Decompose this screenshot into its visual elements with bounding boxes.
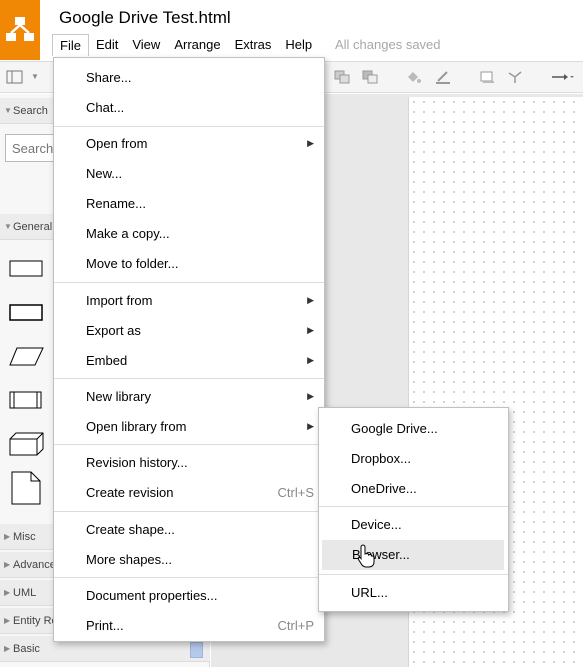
fill-color-icon[interactable] [404, 69, 422, 85]
menu-view[interactable]: View [125, 34, 167, 56]
menu-arrange[interactable]: Arrange [167, 34, 227, 56]
menu-item-chat[interactable]: Chat... [54, 93, 324, 123]
menu-separator [319, 506, 508, 507]
submenu-arrow-icon: ▶ [307, 391, 314, 401]
expanded-arrow-icon: ▼ [4, 106, 12, 115]
menu-item-share[interactable]: Share... [54, 63, 324, 93]
document-shape[interactable] [11, 471, 43, 507]
menu-item-import-from[interactable]: Import from ▶ [54, 286, 324, 316]
rounded-rectangle-shape[interactable] [9, 303, 45, 323]
submenu-item-onedrive[interactable]: OneDrive... [319, 474, 508, 504]
line-color-icon[interactable] [434, 69, 452, 85]
menu-item-print[interactable]: Print... Ctrl+P [54, 611, 324, 641]
cube-shape[interactable] [9, 432, 45, 458]
menu-separator [54, 577, 324, 578]
submenu-arrow-icon: ▶ [307, 355, 314, 365]
menu-item-make-copy[interactable]: Make a copy... [54, 219, 324, 249]
expanded-arrow-icon: ▼ [4, 222, 12, 231]
menu-bar: File Edit View Arrange Extras Help [52, 34, 319, 56]
shadow-icon[interactable] [478, 69, 496, 85]
menu-item-embed[interactable]: Embed ▶ [54, 346, 324, 376]
collapsed-arrow-icon: ▶ [4, 588, 11, 597]
collapsed-arrow-icon: ▶ [4, 644, 11, 653]
menu-edit[interactable]: Edit [89, 34, 125, 56]
menu-item-rename[interactable]: Rename... [54, 189, 324, 219]
menu-item-revision-history[interactable]: Revision history... [54, 448, 324, 478]
submenu-arrow-icon: ▶ [307, 325, 314, 335]
connection-arrow-icon[interactable] [550, 69, 576, 85]
collapsed-arrow-icon: ▶ [4, 616, 11, 625]
menu-item-new[interactable]: New... [54, 159, 324, 189]
to-back-icon[interactable] [361, 69, 379, 85]
menu-item-open-library-from[interactable]: Open library from ▶ [54, 412, 324, 442]
menu-separator [54, 282, 324, 283]
menu-extras[interactable]: Extras [228, 34, 279, 56]
menu-separator [54, 444, 324, 445]
menu-separator [319, 574, 508, 575]
sidebar-scrollbar[interactable] [190, 642, 203, 658]
submenu-item-device[interactable]: Device... [319, 510, 508, 540]
chevron-down-icon[interactable]: ▼ [26, 69, 44, 85]
rectangle-shape[interactable] [9, 260, 45, 280]
menu-item-move-to-folder[interactable]: Move to folder... [54, 249, 324, 279]
menu-separator [54, 126, 324, 127]
menu-item-open-from[interactable]: Open from ▶ [54, 129, 324, 159]
menu-item-export-as[interactable]: Export as ▶ [54, 316, 324, 346]
menu-help[interactable]: Help [278, 34, 319, 56]
menu-item-create-revision[interactable]: Create revision Ctrl+S [54, 478, 324, 508]
submenu-item-dropbox[interactable]: Dropbox... [319, 444, 508, 474]
menu-separator [54, 511, 324, 512]
shortcut-label: Ctrl+P [277, 618, 314, 633]
process-shape[interactable] [9, 391, 45, 411]
submenu-item-google-drive[interactable]: Google Drive... [319, 414, 508, 444]
submenu-arrow-icon: ▶ [307, 421, 314, 431]
submenu-item-url[interactable]: URL... [319, 578, 508, 608]
menu-item-more-shapes[interactable]: More shapes... [54, 545, 324, 575]
collapsed-arrow-icon: ▶ [4, 532, 11, 541]
save-status: All changes saved [335, 37, 441, 52]
shortcut-label: Ctrl+S [277, 485, 314, 500]
submenu-arrow-icon: ▶ [307, 138, 314, 148]
collapsed-arrow-icon: ▶ [4, 560, 11, 569]
menu-separator [54, 378, 324, 379]
submenu-arrow-icon: ▶ [307, 295, 314, 305]
hand-cursor-icon [357, 544, 375, 568]
drawio-logo [0, 0, 40, 60]
parallelogram-shape[interactable] [9, 346, 45, 368]
to-front-icon[interactable] [333, 69, 351, 85]
waypoints-icon[interactable] [506, 69, 524, 85]
document-title[interactable]: Google Drive Test.html [59, 8, 231, 28]
format-panel-icon[interactable] [6, 69, 24, 85]
menu-item-create-shape[interactable]: Create shape... [54, 515, 324, 545]
file-menu: Share... Chat... Open from ▶ New... Renam… [53, 57, 325, 642]
open-library-submenu: Google Drive... Dropbox... OneDrive... D… [318, 407, 509, 612]
submenu-item-browser[interactable]: Browser... [322, 540, 504, 570]
menu-item-document-properties[interactable]: Document properties... [54, 581, 324, 611]
diagram-logo-icon [6, 17, 34, 41]
menu-item-new-library[interactable]: New library ▶ [54, 382, 324, 412]
menu-file[interactable]: File [52, 34, 89, 56]
